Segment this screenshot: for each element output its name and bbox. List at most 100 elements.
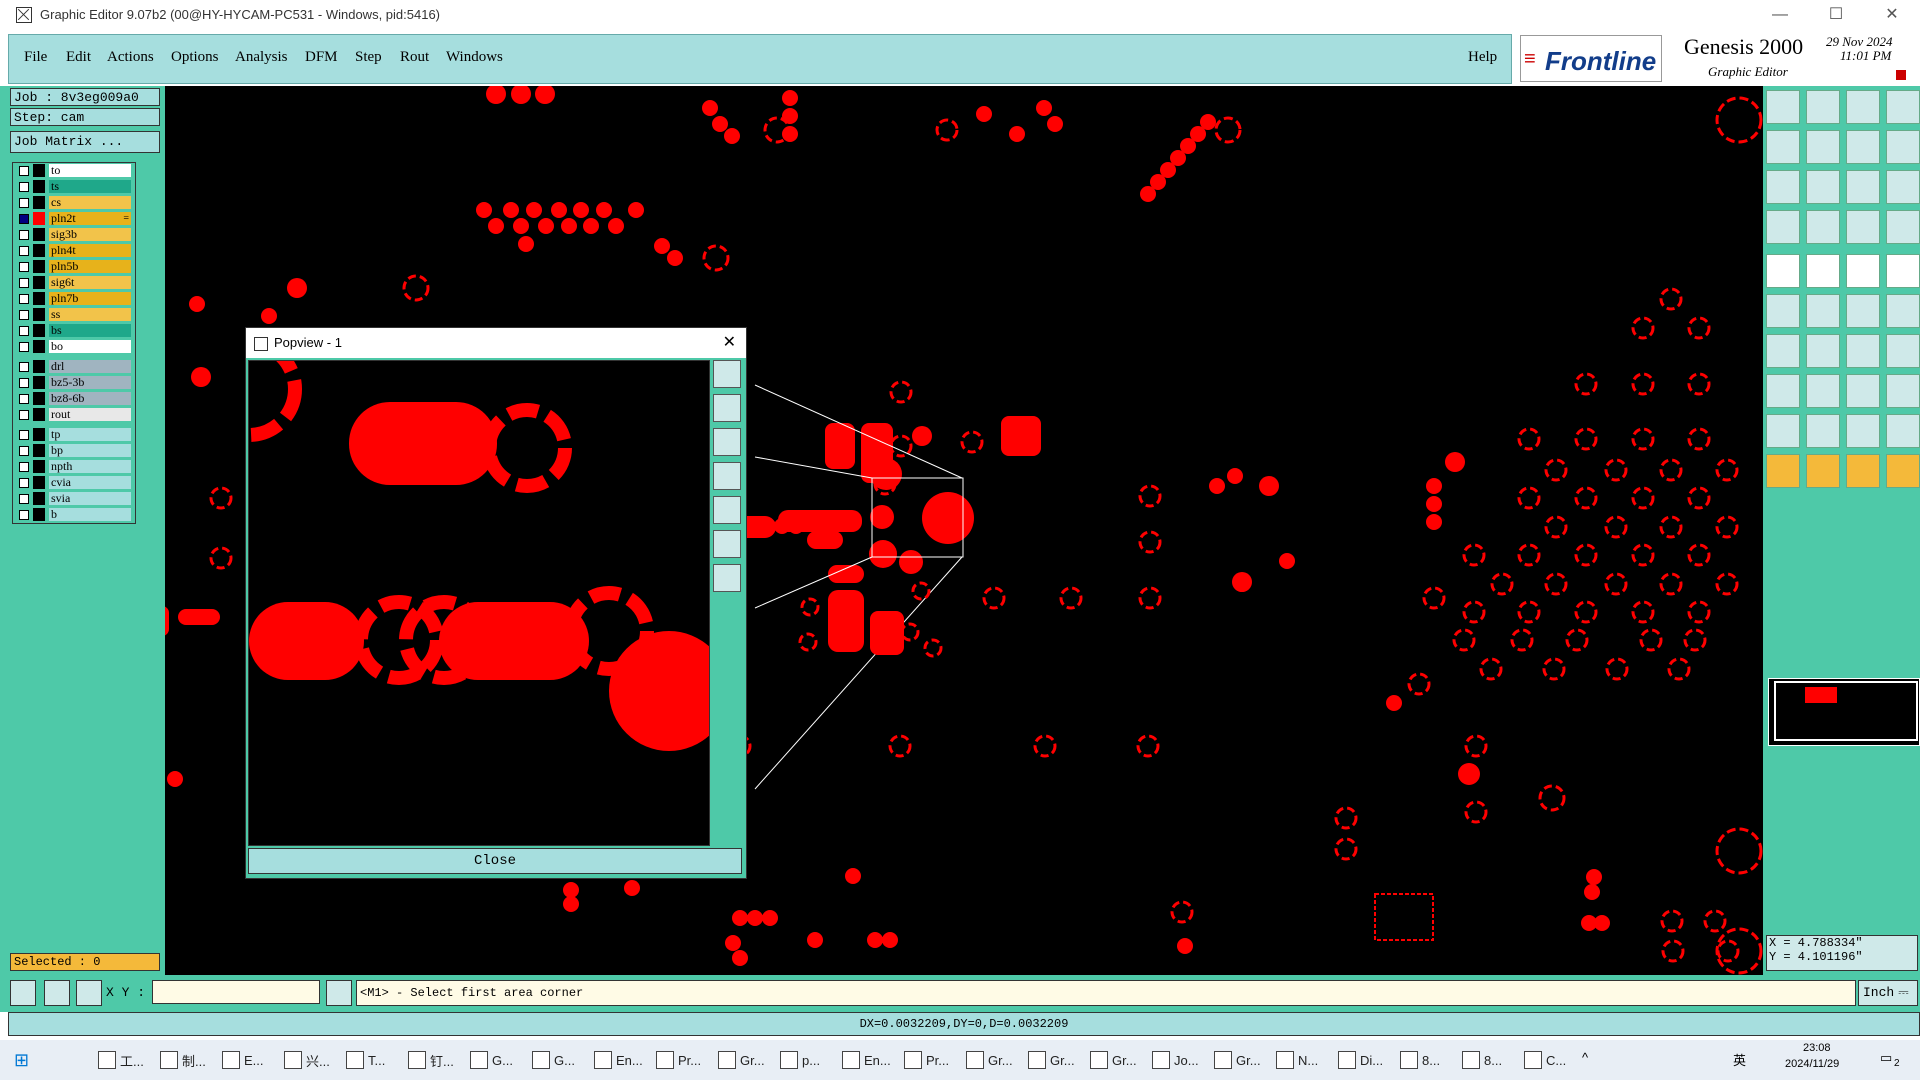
taskbar-app[interactable]: Jo...: [1152, 1046, 1199, 1074]
layer-color-swatch[interactable]: [33, 444, 45, 457]
layer-row[interactable]: cs: [13, 195, 135, 211]
menu-file[interactable]: File: [24, 49, 47, 66]
taskbar-app[interactable]: Gr...: [718, 1046, 765, 1074]
taskbar-app[interactable]: Gr...: [1090, 1046, 1137, 1074]
taskbar-app[interactable]: C...: [1524, 1046, 1566, 1074]
layer-color-swatch[interactable]: [33, 476, 45, 489]
tool-pointer-icon[interactable]: [1766, 454, 1800, 488]
layer-checkbox[interactable]: [19, 430, 29, 440]
taskbar-app[interactable]: 制...: [160, 1046, 206, 1074]
tool-zoom-fit-icon[interactable]: [1766, 170, 1800, 204]
layer-name[interactable]: npth: [49, 460, 131, 473]
layer-name[interactable]: bo: [49, 340, 131, 353]
tool-help-icon[interactable]: [1886, 170, 1920, 204]
tool-node-icon[interactable]: [1766, 294, 1800, 328]
layer-color-swatch[interactable]: [33, 460, 45, 473]
windows-start-icon[interactable]: ⊞: [14, 1050, 29, 1071]
layer-color-swatch[interactable]: [33, 508, 45, 521]
taskbar-app[interactable]: En...: [594, 1046, 643, 1074]
tool-snap-icon[interactable]: [1846, 210, 1880, 244]
layer-name[interactable]: svia: [49, 492, 131, 505]
tray-expand-icon[interactable]: ^: [1582, 1050, 1588, 1065]
layer-checkbox[interactable]: [19, 410, 29, 420]
taskbar-app[interactable]: N...: [1276, 1046, 1318, 1074]
tool-minus-icon[interactable]: [1806, 374, 1840, 408]
tool-net-icon[interactable]: [1886, 210, 1920, 244]
layer-row[interactable]: b: [13, 507, 135, 523]
layer-color-swatch[interactable]: [33, 376, 45, 389]
layer-name[interactable]: ts: [49, 180, 131, 193]
layer-row[interactable]: pln5b: [13, 259, 135, 275]
grid-tool-icon[interactable]: [76, 980, 102, 1006]
tool-pan-right-icon[interactable]: [1806, 130, 1840, 164]
popview-pan-left-button[interactable]: [713, 462, 741, 490]
taskbar-app[interactable]: T...: [346, 1046, 385, 1074]
layer-checkbox[interactable]: [19, 342, 29, 352]
taskbar-app[interactable]: Pr...: [656, 1046, 701, 1074]
layer-row[interactable]: rout: [13, 407, 135, 423]
layer-color-swatch[interactable]: [33, 276, 45, 289]
tool-text-c-icon[interactable]: [1886, 414, 1920, 448]
layer-row[interactable]: bp: [13, 443, 135, 459]
taskbar-app[interactable]: 兴...: [284, 1046, 330, 1074]
layer-checkbox[interactable]: [19, 310, 29, 320]
layer-row[interactable]: sig6t: [13, 275, 135, 291]
layer-checkbox[interactable]: [19, 230, 29, 240]
layer-checkbox[interactable]: [19, 166, 29, 176]
menu-help[interactable]: Help: [1468, 49, 1497, 66]
tool-text-a-icon[interactable]: [1806, 414, 1840, 448]
taskbar-app[interactable]: E...: [222, 1046, 264, 1074]
tool-cut-icon[interactable]: [1806, 294, 1840, 328]
layer-name[interactable]: ss: [49, 308, 131, 321]
popview-close-icon[interactable]: ✕: [723, 328, 736, 358]
taskbar-app[interactable]: En...: [842, 1046, 891, 1074]
popview-zoom-out-button[interactable]: [713, 564, 741, 592]
layer-checkbox[interactable]: [19, 246, 29, 256]
tool-pan-left-icon[interactable]: [1766, 130, 1800, 164]
taskbar-app[interactable]: Di...: [1338, 1046, 1383, 1074]
layer-checkbox[interactable]: [19, 378, 29, 388]
tool-layout-icon[interactable]: [1886, 90, 1920, 124]
layer-row[interactable]: pln4t: [13, 243, 135, 259]
tool-open-icon[interactable]: [1806, 90, 1840, 124]
taskbar-app[interactable]: G...: [470, 1046, 513, 1074]
units-select[interactable]: Inch ⎓: [1858, 980, 1918, 1006]
layer-name[interactable]: to: [49, 164, 131, 177]
layer-color-swatch[interactable]: [33, 428, 45, 441]
popview-pan-right-button[interactable]: [713, 496, 741, 524]
tool-pointer-c-icon[interactable]: [1846, 454, 1880, 488]
tool-feature-icon[interactable]: [1766, 254, 1800, 288]
close-icon[interactable]: ✕: [1864, 0, 1920, 29]
measure-tool-icon[interactable]: [44, 980, 70, 1006]
layer-row[interactable]: svia: [13, 491, 135, 507]
layer-checkbox[interactable]: [19, 394, 29, 404]
layer-name[interactable]: b: [49, 508, 131, 521]
taskbar-app[interactable]: p...: [780, 1046, 820, 1074]
layer-color-swatch[interactable]: [33, 228, 45, 241]
select-tool-icon[interactable]: [10, 980, 36, 1006]
tool-grid-icon[interactable]: [1806, 210, 1840, 244]
layer-color-swatch[interactable]: [33, 360, 45, 373]
taskbar-app[interactable]: 钉...: [408, 1046, 454, 1074]
menu-options[interactable]: Options: [171, 49, 219, 66]
layer-color-swatch[interactable]: [33, 492, 45, 505]
layer-checkbox[interactable]: [19, 182, 29, 192]
tool-copy-icon[interactable]: [1846, 130, 1880, 164]
tool-zoom-area-icon[interactable]: [1806, 170, 1840, 204]
layer-row[interactable]: sig3b: [13, 227, 135, 243]
layer-row[interactable]: npth: [13, 459, 135, 475]
layer-color-swatch[interactable]: [33, 244, 45, 257]
taskbar-app[interactable]: 8...: [1400, 1046, 1440, 1074]
layer-checkbox[interactable]: [19, 214, 29, 224]
layer-checkbox[interactable]: [19, 494, 29, 504]
layer-row[interactable]: cvia: [13, 475, 135, 491]
menu-edit[interactable]: Edit: [66, 49, 91, 66]
taskbar-app[interactable]: Gr...: [1028, 1046, 1075, 1074]
layer-checkbox[interactable]: [19, 362, 29, 372]
layer-color-swatch[interactable]: [33, 408, 45, 421]
layer-color-swatch[interactable]: [33, 260, 45, 273]
tool-pointer-b-icon[interactable]: [1806, 454, 1840, 488]
layer-name[interactable]: cs: [49, 196, 131, 209]
clock-date[interactable]: 2024/11/29: [1785, 1058, 1839, 1070]
layer-name[interactable]: drl: [49, 360, 131, 373]
